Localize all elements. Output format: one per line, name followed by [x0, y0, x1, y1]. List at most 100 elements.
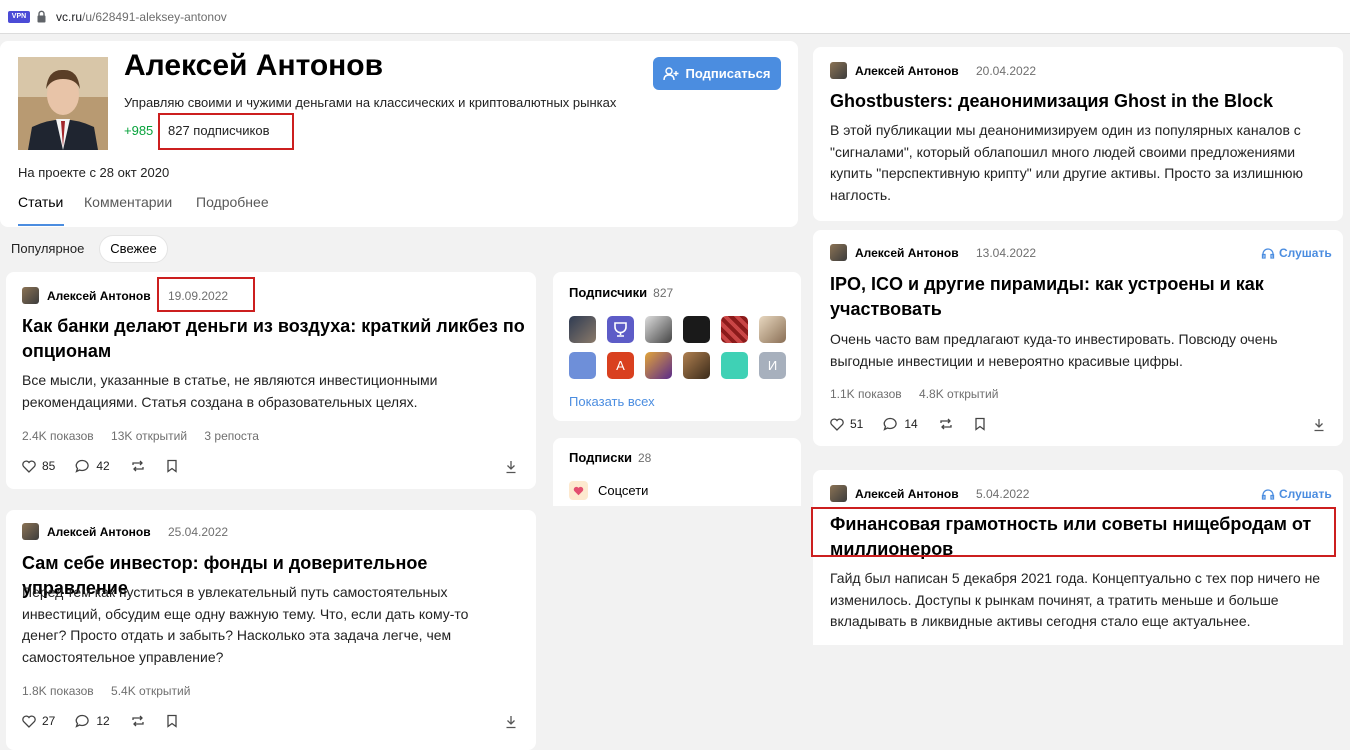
tab-comments[interactable]: Комментарии: [84, 194, 172, 210]
tab-articles[interactable]: Статьи: [18, 194, 63, 210]
bookmark-icon[interactable]: [166, 714, 178, 728]
comment-icon: [75, 459, 90, 473]
post-author[interactable]: Алексей Антонов: [22, 287, 151, 304]
subscriber-avatar[interactable]: [645, 316, 672, 343]
bookmark-icon[interactable]: [974, 417, 986, 431]
subscriber-avatar[interactable]: [721, 352, 748, 379]
post-stats: 1.8K показов 5.4K открытий: [22, 684, 204, 698]
highlight-box-date: [157, 277, 255, 312]
subscriber-avatar[interactable]: [683, 352, 710, 379]
sort-fresh[interactable]: Свежее: [99, 235, 168, 263]
sort-popular[interactable]: Популярное: [11, 241, 84, 256]
subscriptions-count: 28: [637, 451, 652, 465]
comments-count: 14: [904, 417, 918, 431]
subscriber-avatar-letter[interactable]: И: [759, 352, 786, 379]
author-name: Алексей Антонов: [855, 486, 959, 501]
browser-address-bar[interactable]: VPN vc.ru/u/628491-aleksey-antonov: [0, 0, 1350, 34]
post-author[interactable]: Алексей Антонов: [830, 485, 959, 502]
comment-icon: [883, 417, 898, 431]
author-avatar: [830, 485, 847, 502]
opens-count: 4.8K открытий: [919, 387, 999, 401]
subscribe-label: Подписаться: [685, 66, 771, 81]
headphones-icon: [1261, 489, 1275, 500]
comments-button[interactable]: 14: [883, 417, 918, 431]
subscribers-title[interactable]: Подписчики 827: [569, 285, 673, 300]
post-text: Очень часто вам предлагают куда-то инвес…: [830, 331, 1278, 369]
subscriber-avatar[interactable]: [607, 316, 634, 343]
subscriber-avatar[interactable]: [569, 316, 596, 343]
author-name: Алексей Антонов: [855, 63, 959, 78]
heart-icon: [22, 714, 36, 728]
subscriber-avatar-letter[interactable]: А: [607, 352, 634, 379]
likes-count: 27: [42, 714, 56, 728]
download-icon[interactable]: [1313, 418, 1325, 432]
post-title[interactable]: Как банки делают деньги из воздуха: крат…: [22, 314, 532, 364]
heart-icon: [830, 417, 844, 431]
views-count: 1.1K показов: [830, 387, 902, 401]
subscribers-label: Подписчики: [569, 285, 648, 300]
download-icon[interactable]: [505, 460, 517, 474]
url-host: vc.ru: [56, 10, 83, 24]
subscriber-avatar[interactable]: [683, 316, 710, 343]
views-count: 2.4K показов: [22, 429, 94, 443]
opens-count: 13K открытий: [111, 429, 188, 443]
like-button[interactable]: 27: [22, 714, 55, 728]
post-date: 20.04.2022: [976, 64, 1037, 78]
subscribe-button[interactable]: Подписаться: [653, 57, 781, 90]
lock-icon: [37, 10, 46, 23]
trophy-icon: [614, 322, 627, 337]
comments-button[interactable]: 42: [75, 459, 110, 473]
heart-icon: [569, 481, 588, 500]
subscriptions-label: Подписки: [569, 450, 632, 465]
subscriber-avatar[interactable]: [569, 352, 596, 379]
repost-icon[interactable]: [130, 714, 146, 728]
subscriber-avatar[interactable]: [645, 352, 672, 379]
vpn-badge[interactable]: VPN: [8, 11, 30, 23]
profile-name: Алексей Антонов: [124, 49, 384, 82]
comments-count: 42: [96, 459, 110, 473]
listen-button[interactable]: Слушать: [1261, 487, 1332, 501]
show-all-link[interactable]: Показать всех: [569, 394, 655, 409]
author-name: Алексей Антонов: [47, 288, 151, 303]
views-count: 1.8K показов: [22, 684, 94, 698]
opens-count: 5.4K открытий: [111, 684, 191, 698]
listen-button[interactable]: Слушать: [1261, 246, 1332, 260]
add-user-icon: [663, 66, 679, 80]
post-date: 13.04.2022: [976, 246, 1037, 260]
comment-icon: [75, 714, 90, 728]
author-name: Алексей Антонов: [855, 245, 959, 260]
like-button[interactable]: 85: [22, 459, 55, 473]
reposts-count: 3 репоста: [204, 429, 259, 443]
post-author[interactable]: Алексей Антонов: [22, 523, 151, 540]
post-actions: 27 12: [22, 714, 178, 728]
post-date: 5.04.2022: [976, 487, 1030, 501]
subscriptions-title[interactable]: Подписки 28: [569, 450, 651, 465]
post-actions: 51 14: [830, 417, 986, 431]
repost-icon[interactable]: [130, 459, 146, 473]
subscribers-widget-count: 827: [653, 286, 674, 300]
post-author[interactable]: Алексей Антонов: [830, 244, 959, 261]
author-avatar: [22, 287, 39, 304]
listen-label: Слушать: [1279, 487, 1332, 501]
url-text[interactable]: vc.ru/u/628491-aleksey-antonov: [56, 10, 227, 24]
post-date: 25.04.2022: [168, 525, 229, 539]
post-author[interactable]: Алексей Антонов: [830, 62, 959, 79]
post-title[interactable]: Ghostbusters: деанонимизация Ghost in th…: [830, 89, 1335, 114]
subscription-item[interactable]: Соцсети: [569, 481, 648, 500]
highlight-box-title: [811, 507, 1336, 557]
post-title[interactable]: IPO, ICO и другие пирамиды: как устроены…: [830, 272, 1300, 322]
url-path: /u/628491-aleksey-antonov: [82, 10, 227, 24]
download-icon[interactable]: [505, 715, 517, 729]
subscriber-avatar[interactable]: [721, 316, 748, 343]
post-actions: 85 42: [22, 459, 178, 473]
author-avatar: [830, 62, 847, 79]
highlight-box-subscribers: [158, 113, 294, 150]
subscriber-avatar[interactable]: [759, 316, 786, 343]
member-since: На проекте с 28 окт 2020: [18, 165, 170, 180]
bookmark-icon[interactable]: [166, 459, 178, 473]
repost-icon[interactable]: [938, 417, 954, 431]
comments-button[interactable]: 12: [75, 714, 110, 728]
tab-details[interactable]: Подробнее: [196, 194, 269, 210]
like-button[interactable]: 51: [830, 417, 863, 431]
author-avatar: [22, 523, 39, 540]
